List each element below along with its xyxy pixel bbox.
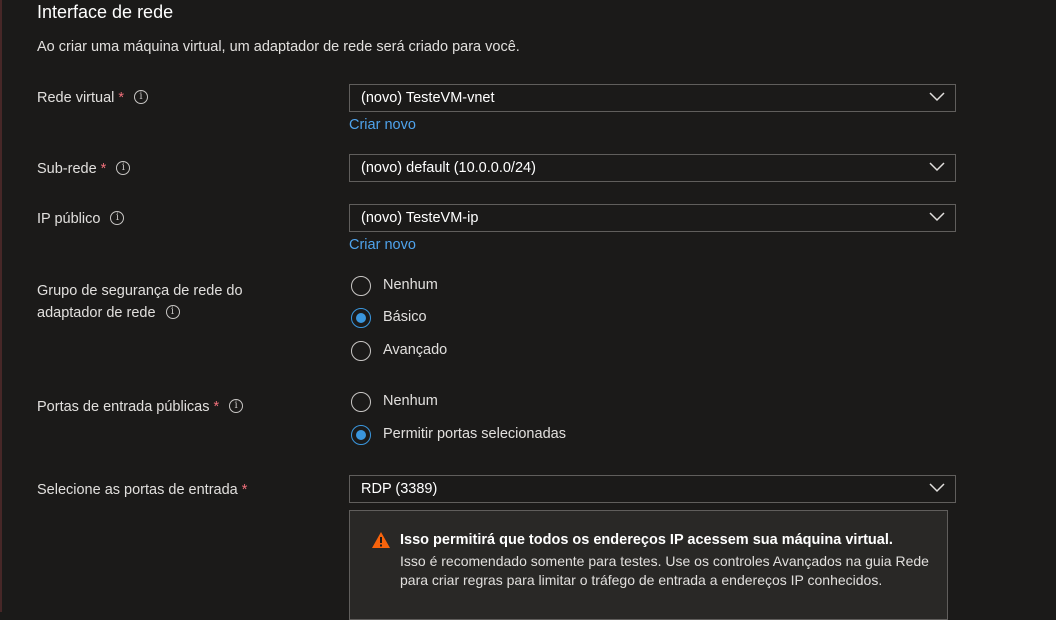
radio-label: Permitir portas selecionadas	[383, 426, 566, 442]
section-title: Interface de rede	[37, 2, 174, 22]
radio-button[interactable]	[351, 341, 371, 361]
select-ports-label-row: Selecione as portas de entrada *	[37, 479, 247, 501]
radio-button-checked[interactable]	[351, 308, 371, 328]
subnet-label-row: Sub-rede * i	[37, 158, 131, 180]
chevron-down-icon	[929, 212, 945, 222]
radio-label: Nenhum	[383, 277, 438, 293]
nsg-label-row: adaptador de rede i	[37, 302, 180, 324]
warning-icon	[372, 532, 390, 548]
nsg-label-line1: Grupo de segurança de rede do	[37, 283, 243, 299]
info-icon[interactable]: i	[134, 90, 149, 105]
vnet-label: Rede virtual	[37, 90, 115, 106]
public-ip-dropdown[interactable]: (novo) TesteVM-ip	[349, 204, 956, 232]
subnet-dropdown[interactable]: (novo) default (10.0.0.0/24)	[349, 154, 956, 182]
info-icon[interactable]: i	[116, 161, 131, 176]
chevron-down-icon	[929, 92, 945, 102]
radio-button-checked[interactable]	[351, 425, 371, 445]
section-description: Ao criar uma máquina virtual, um adaptad…	[37, 39, 520, 55]
radio-button[interactable]	[351, 276, 371, 296]
public-ip-label: IP público	[37, 211, 101, 227]
warning-text: Isso é recomendado somente para testes. …	[400, 553, 929, 588]
subnet-label: Sub-rede	[37, 161, 97, 177]
vnet-value: (novo) TesteVM-vnet	[361, 90, 495, 106]
chevron-down-icon	[929, 483, 945, 493]
radio-label: Nenhum	[383, 393, 438, 409]
subnet-value: (novo) default (10.0.0.0/24)	[361, 160, 536, 176]
vnet-dropdown[interactable]: (novo) TesteVM-vnet	[349, 84, 956, 112]
required-marker: *	[100, 161, 107, 177]
required-marker: *	[241, 482, 248, 498]
vnet-label-row: Rede virtual * i	[37, 87, 149, 109]
required-marker: *	[118, 90, 125, 106]
radio-label: Avançado	[383, 342, 448, 358]
public-ip-create-new-link[interactable]: Criar novo	[349, 237, 416, 253]
vnet-create-new-link[interactable]: Criar novo	[349, 117, 416, 133]
select-ports-label: Selecione as portas de entrada	[37, 482, 238, 498]
radio-button[interactable]	[351, 392, 371, 412]
radio-label: Básico	[383, 309, 427, 325]
inbound-ports-label: Portas de entrada públicas	[37, 399, 210, 415]
nsg-label-line2: adaptador de rede	[37, 305, 156, 321]
warning-title: Isso permitirá que todos os endereços IP…	[400, 532, 893, 548]
info-icon[interactable]: i	[229, 399, 244, 414]
select-ports-dropdown[interactable]: RDP (3389)	[349, 475, 956, 503]
public-ip-value: (novo) TesteVM-ip	[361, 210, 479, 226]
select-ports-value: RDP (3389)	[361, 481, 438, 497]
info-icon[interactable]: i	[110, 211, 125, 226]
info-icon[interactable]: i	[165, 305, 180, 320]
inbound-ports-label-row: Portas de entrada públicas * i	[37, 396, 244, 418]
chevron-down-icon	[929, 162, 945, 172]
warning-message-box: Isso permitirá que todos os endereços IP…	[349, 510, 948, 620]
public-ip-label-row: IP público i	[37, 208, 125, 230]
required-marker: *	[213, 399, 220, 415]
left-edge-divider	[0, 0, 2, 612]
